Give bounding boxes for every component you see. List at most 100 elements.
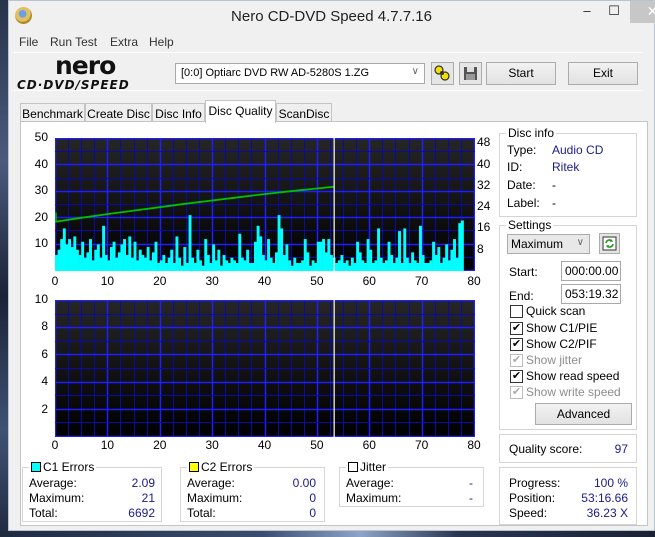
c1-error-bar xyxy=(99,257,103,271)
speed-select[interactable]: Maximum ∨ xyxy=(507,234,590,254)
c1-error-bar xyxy=(196,249,200,271)
show-jitter-checkbox: ✔ xyxy=(510,354,523,367)
speed-y-tick-label: 24 xyxy=(477,199,491,214)
tab-scandisc[interactable]: ScanDisc xyxy=(276,103,332,123)
show-write-speed-label: Show write speed xyxy=(526,385,621,399)
c1-error-bar xyxy=(264,260,268,271)
show-read-speed-checkbox[interactable]: ✔ xyxy=(510,370,523,383)
jitter-maximum-value: - xyxy=(469,491,473,505)
c2-errors-title: C2 Errors xyxy=(187,460,255,474)
tab-disc-info[interactable]: Disc Info xyxy=(152,103,205,123)
c2-y-tick-label: 6 xyxy=(41,346,48,361)
c1-error-bar xyxy=(311,260,315,271)
c1-error-bar xyxy=(104,255,108,271)
disc-date-value: - xyxy=(552,178,556,192)
speed-y-tick-label: 16 xyxy=(477,220,491,235)
c1-x-tick-label: 80 xyxy=(467,274,481,288)
c1-error-bar xyxy=(209,263,213,271)
c1-error-bar xyxy=(175,236,179,271)
minimize-button[interactable]: – xyxy=(574,1,600,23)
c1-error-bar xyxy=(188,215,192,271)
c1-error-bar xyxy=(167,257,171,271)
c1-error-bar xyxy=(274,252,278,271)
tab-disc-quality[interactable]: Disc Quality xyxy=(205,100,276,123)
c2-x-tick-label: 10 xyxy=(100,438,115,452)
c1-error-bar xyxy=(424,263,428,271)
c1-error-bar xyxy=(369,249,373,271)
menu-run-test[interactable]: Run Test xyxy=(50,35,97,49)
c2-x-tick-label: 60 xyxy=(362,438,376,452)
c1-errors-title-text: C1 Errors xyxy=(43,460,95,474)
show-c2-pif-checkbox[interactable]: ✔ xyxy=(510,338,523,351)
c1-error-bar xyxy=(316,241,320,271)
maximize-button[interactable]: ☐ xyxy=(601,1,627,23)
c1-error-bar xyxy=(81,241,85,271)
c1-error-bar xyxy=(353,263,357,271)
c1-error-bar xyxy=(70,247,74,271)
c1-error-bar xyxy=(282,255,286,271)
end-time-input[interactable]: 053:19.32 xyxy=(561,284,621,304)
c1-error-bar xyxy=(62,228,66,271)
drive-select-value: [0:0] Optiarc DVD RW AD-5280S 1.ZG xyxy=(181,67,370,79)
c1-error-bar xyxy=(261,255,265,271)
c1-error-bar xyxy=(432,241,436,271)
advanced-button[interactable]: Advanced xyxy=(535,403,632,425)
c1-error-bar xyxy=(199,260,202,271)
c1-error-bar xyxy=(290,265,294,271)
close-button[interactable]: ✕ xyxy=(630,1,655,23)
c1-error-bar xyxy=(384,260,388,271)
c1-error-bar xyxy=(246,249,250,271)
menu-help[interactable]: Help xyxy=(149,35,174,49)
c1-x-tick-label: 10 xyxy=(100,274,115,288)
c2-x-tick-label: 0 xyxy=(51,438,59,452)
title-bar: Nero CD-DVD Speed 4.7.7.16 – ☐ ✕ xyxy=(9,1,655,31)
c1-error-bar xyxy=(411,252,415,271)
c1-average-label: Average: xyxy=(29,476,77,490)
c1-error-bar xyxy=(130,257,134,271)
c1-error-bar xyxy=(335,263,339,271)
progress-group: Progress: 100 % Position: 53:16.66 Speed… xyxy=(499,467,637,525)
c1-y-tick-label: 30 xyxy=(34,183,48,198)
c1-error-bar xyxy=(301,260,305,271)
start-time-input[interactable]: 000:00.00 xyxy=(561,261,621,281)
c1-error-chart xyxy=(55,138,475,271)
save-button[interactable] xyxy=(459,62,482,85)
c1-error-bar xyxy=(78,255,82,271)
exit-button[interactable]: Exit xyxy=(568,62,638,85)
show-c1-pie-checkbox[interactable]: ✔ xyxy=(510,322,523,335)
drive-info-button[interactable] xyxy=(431,62,454,85)
c1-error-bar xyxy=(146,247,150,271)
c2-y-tick-label: 4 xyxy=(41,374,48,389)
c1-error-bar xyxy=(65,244,69,271)
c1-error-bar xyxy=(366,239,370,271)
c1-error-bar xyxy=(222,255,226,271)
c1-error-bar xyxy=(154,241,158,271)
c1-error-bar xyxy=(217,249,221,271)
c1-error-bar xyxy=(421,255,425,271)
c1-error-bar xyxy=(327,239,331,271)
c1-error-bar xyxy=(364,263,367,271)
c1-error-bar xyxy=(395,257,399,271)
c1-x-tick-label: 0 xyxy=(51,274,59,288)
start-button[interactable]: Start xyxy=(486,62,556,85)
tab-create-disc[interactable]: Create Disc xyxy=(85,103,152,123)
quick-scan-checkbox[interactable] xyxy=(510,305,523,318)
c1-error-bar xyxy=(413,260,417,271)
c1-error-bar xyxy=(125,255,129,271)
c2-errors-title-text: C2 Errors xyxy=(201,460,253,474)
c1-error-bar xyxy=(419,225,422,271)
c1-error-bar xyxy=(293,257,297,271)
c1-error-bar xyxy=(453,239,456,271)
c1-error-bar xyxy=(117,252,121,271)
c2-color-swatch-icon xyxy=(189,462,199,472)
c2-y-tick-label: 10 xyxy=(34,292,48,306)
c1-x-tick-label: 60 xyxy=(362,274,376,288)
menu-extra[interactable]: Extra xyxy=(110,35,138,49)
speed-label: Speed: xyxy=(509,506,548,520)
drive-select[interactable]: [0:0] Optiarc DVD RW AD-5280S 1.ZG ∨ xyxy=(175,63,425,84)
tab-benchmark[interactable]: Benchmark xyxy=(20,103,85,123)
c1-error-bar xyxy=(387,241,391,271)
disc-id-label: ID: xyxy=(507,160,523,174)
menu-file[interactable]: File xyxy=(19,35,38,49)
refresh-button[interactable] xyxy=(599,233,620,254)
